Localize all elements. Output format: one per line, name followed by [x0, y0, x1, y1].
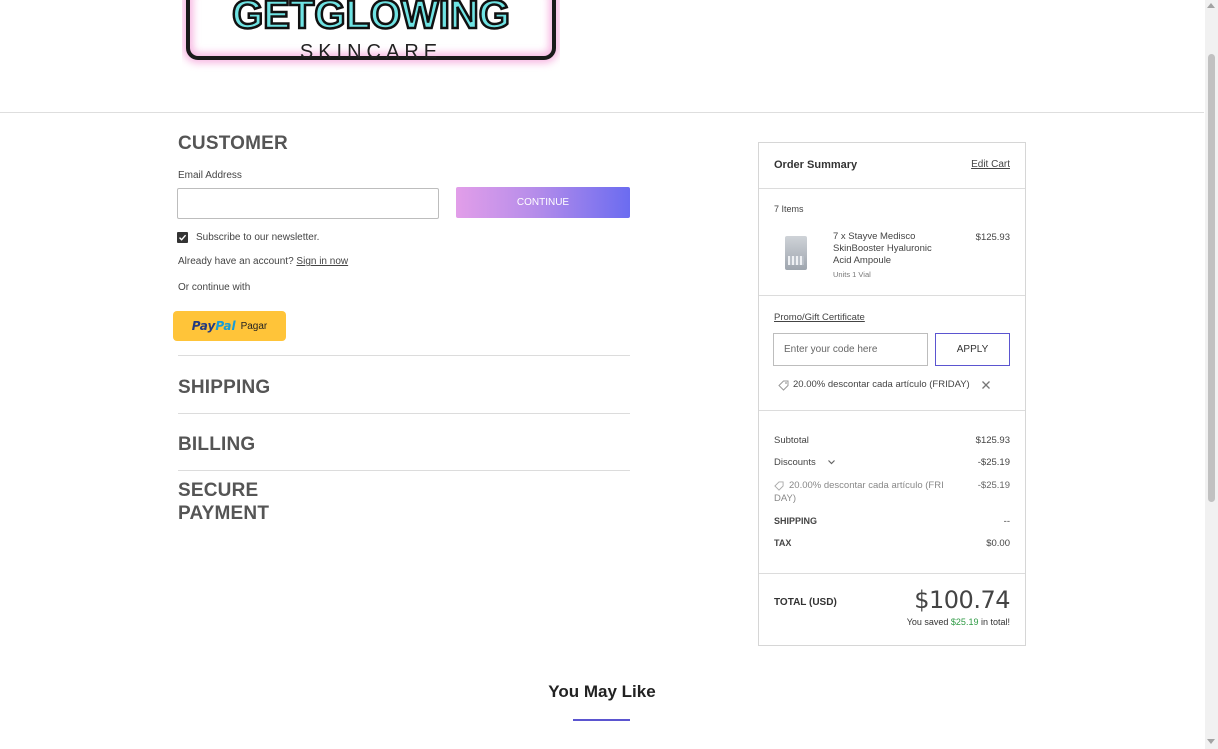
- section-divider: [178, 470, 630, 471]
- sign-in-link[interactable]: Sign in now: [296, 256, 348, 267]
- logo-subtitle: SKINCARE: [300, 41, 442, 63]
- you-may-like-heading: You May Like: [548, 682, 656, 701]
- edit-cart-link[interactable]: Edit Cart: [971, 159, 1010, 170]
- paypal-button[interactable]: PayPal Pagar: [173, 311, 286, 341]
- summary-divider: [759, 188, 1025, 189]
- summary-divider: [759, 295, 1025, 296]
- chevron-down-icon[interactable]: [827, 459, 836, 466]
- paypal-logo-pal: Pal: [215, 319, 236, 333]
- site-header: GETGLOWING SKINCARE: [0, 0, 1204, 113]
- billing-heading: BILLING: [178, 434, 256, 455]
- discounts-label[interactable]: Discounts: [774, 457, 816, 468]
- product-units: Units 1 Vial: [833, 270, 871, 279]
- order-summary: Order Summary Edit Cart 7 Items 7 x Stay…: [758, 142, 1026, 646]
- scrollbar-thumb[interactable]: [1208, 54, 1215, 502]
- heading-underline: [573, 719, 630, 721]
- continue-button[interactable]: CONTINUE: [456, 187, 630, 218]
- product-name: 7 x Stayve Medisco SkinBooster Hyaluroni…: [833, 231, 932, 267]
- email-field[interactable]: [177, 188, 439, 219]
- or-continue-text: Or continue with: [178, 282, 251, 293]
- tax-value: $0.00: [986, 538, 1010, 549]
- product-thumbnail: [785, 236, 807, 270]
- paypal-pagar-label: Pagar: [240, 320, 268, 332]
- paypal-logo-pay: Pay: [191, 319, 216, 333]
- paypal-logo: PayPal: [192, 319, 236, 333]
- logo-wordmark: GETGLOWING: [232, 0, 510, 37]
- brand-logo[interactable]: GETGLOWING SKINCARE: [182, 0, 560, 76]
- remove-coupon-icon[interactable]: [981, 380, 991, 390]
- secure-payment-heading: SECURE PAYMENT: [178, 479, 269, 525]
- shipping-label: SHIPPING: [774, 516, 818, 526]
- secure-payment-line2: PAYMENT: [178, 503, 270, 524]
- summary-divider: [759, 410, 1025, 411]
- savings-suffix: in total!: [980, 617, 1010, 627]
- applied-coupon: 20.00% descontar cada artículo (FRIDAY): [793, 379, 970, 390]
- product-name-line2: SkinBooster Hyaluronic: [833, 243, 932, 254]
- order-summary-title: Order Summary: [774, 159, 858, 171]
- newsletter-checkbox[interactable]: [177, 232, 188, 243]
- promo-toggle-link[interactable]: Promo/Gift Certificate: [774, 312, 865, 323]
- summary-divider: [759, 573, 1025, 574]
- discounts-value: -$25.19: [977, 457, 1010, 468]
- account-prompt: Already have an account? Sign in now: [178, 256, 348, 267]
- product-name-line3: Acid Ampoule: [833, 255, 892, 266]
- tag-icon: [778, 380, 789, 391]
- newsletter-label: Subscribe to our newsletter.: [196, 232, 320, 243]
- product-name-line1: 7 x Stayve Medisco: [833, 231, 916, 242]
- page-scrollbar[interactable]: [1205, 0, 1218, 749]
- section-divider: [178, 355, 630, 356]
- subtotal-value: $125.93: [975, 435, 1010, 446]
- total-value: $100.74: [914, 586, 1010, 614]
- discount-coupon-detail: 20.00% descontar cada artículo (FRI DAY): [774, 479, 974, 505]
- account-prompt-text: Already have an account?: [178, 256, 294, 267]
- subtotal-label: Subtotal: [774, 435, 809, 446]
- section-divider: [178, 413, 630, 414]
- discount-coupon-value: -$25.19: [977, 480, 1010, 491]
- savings-note: You saved $25.19 in total!: [907, 617, 1010, 627]
- scroll-up-arrow-icon[interactable]: [1207, 3, 1215, 8]
- product-price: $125.93: [975, 232, 1010, 243]
- tax-label: TAX: [774, 538, 792, 548]
- promo-code-input[interactable]: Enter your code here: [773, 333, 928, 366]
- savings-prefix: You saved: [906, 617, 949, 627]
- discount-coupon-line1: 20.00% descontar cada artículo (FRI: [789, 480, 944, 491]
- email-label: Email Address: [178, 170, 242, 181]
- items-count: 7 Items: [774, 204, 804, 214]
- savings-amount: $25.19: [950, 617, 979, 627]
- scroll-down-arrow-icon[interactable]: [1207, 739, 1215, 744]
- secure-payment-line1: SECURE: [178, 480, 259, 501]
- apply-button[interactable]: APPLY: [935, 333, 1010, 366]
- customer-heading: CUSTOMER: [178, 133, 288, 154]
- shipping-heading: SHIPPING: [178, 377, 271, 398]
- checkmark-icon: [179, 234, 187, 241]
- discount-coupon-line2: DAY): [774, 493, 796, 504]
- shipping-value: --: [1003, 516, 1010, 527]
- total-label: TOTAL (USD): [774, 597, 837, 608]
